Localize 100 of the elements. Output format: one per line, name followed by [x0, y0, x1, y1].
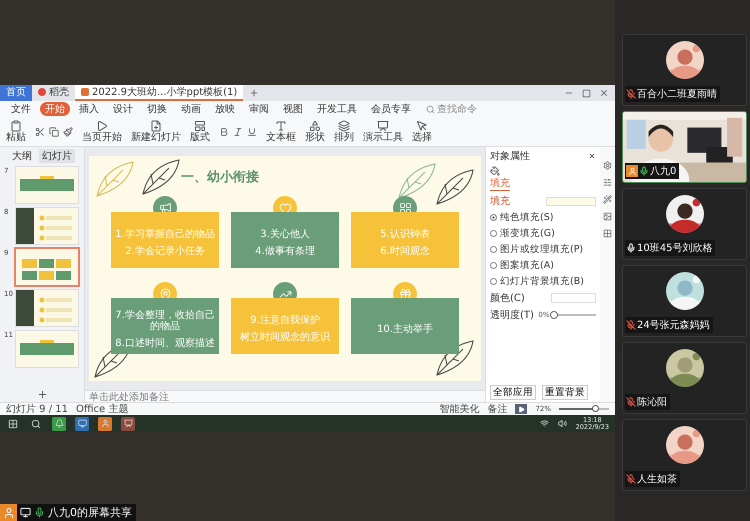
shapes-icon [309, 120, 321, 132]
panel-tab[interactable]: 幻灯片 [39, 149, 75, 163]
participant-tile[interactable]: 百合小二班夏雨晴 [622, 34, 747, 106]
app-tab[interactable]: 首页 [0, 85, 32, 101]
card-text: 6.时间观念 [379, 246, 431, 257]
volume-icon[interactable] [558, 419, 567, 428]
play-button[interactable] [515, 404, 528, 414]
bold-icon[interactable] [219, 126, 229, 136]
slide-thumbnail[interactable] [16, 167, 78, 203]
chat-app-icon[interactable] [98, 416, 112, 430]
participant-tile[interactable]: 陈沁阳 [622, 342, 747, 414]
user-icon [626, 165, 638, 177]
fill-tab[interactable]: 填充 [490, 166, 510, 191]
slide-counter: 幻灯片 9 / 11 [6, 402, 68, 416]
share-label: 八九0的屏幕共享 [48, 505, 132, 520]
ribbon-button[interactable]: 粘贴 [6, 120, 26, 144]
card-text: 8.口述时间、观察描述 [114, 338, 216, 348]
fill-option[interactable]: 纯色填充(S) [490, 211, 596, 224]
italic-icon[interactable] [233, 126, 243, 136]
menu-tab[interactable]: 开始 [40, 102, 70, 116]
pane-button[interactable]: 全部应用 [490, 385, 536, 400]
paint-bucket-icon [490, 166, 500, 176]
ribbon-button[interactable]: 排列 [334, 120, 354, 144]
layout-icon [194, 120, 206, 132]
add-slide-icon[interactable] [36, 389, 48, 400]
fill-option[interactable]: 图案填充(A) [490, 259, 596, 272]
slides-app-icon[interactable] [121, 416, 135, 430]
cut-icon[interactable] [35, 126, 45, 136]
menu-tab[interactable]: 视图 [278, 102, 308, 116]
participant-tile[interactable]: 八九0 [622, 111, 747, 183]
fill-option[interactable]: 幻灯片背景填充(B) [490, 275, 596, 288]
panel-tab[interactable]: 大纲 [9, 149, 35, 163]
field-label: 透明度(T) [490, 308, 534, 322]
menu-tab[interactable]: 审阅 [244, 102, 274, 116]
app-tab[interactable]: 2022.9大班幼...小学ppt模板(1) [75, 85, 244, 101]
notes-button[interactable]: 备注 [487, 402, 508, 416]
card-text: 10.主动举手 [376, 324, 434, 334]
microphone-icon [34, 507, 45, 518]
menu-tab[interactable]: 动画 [176, 102, 206, 116]
menu-tab[interactable]: 会员专享 [366, 102, 416, 116]
ribbon-button[interactable]: 当页开始 [82, 120, 122, 144]
ribbon-button[interactable]: 演示工具 [363, 120, 403, 144]
card-text: 4.做事有条理 [254, 246, 316, 257]
notes-field[interactable]: 单击此处添加备注 [85, 390, 485, 402]
new-tab-icon[interactable] [249, 88, 260, 98]
pane-button[interactable]: 重置背景 [542, 385, 588, 400]
beautify-button[interactable]: 智能美化 [439, 402, 480, 416]
image-icon[interactable] [603, 212, 612, 221]
fill-option[interactable]: 图片或纹理填充(P) [490, 243, 596, 256]
copy-icon[interactable] [49, 126, 59, 136]
participant-tile[interactable]: 10班45号刘欣格 [622, 188, 747, 260]
ribbon-button[interactable]: 形状 [305, 120, 325, 144]
color-swatch[interactable] [546, 196, 596, 206]
play-icon [96, 120, 108, 132]
close-icon[interactable] [599, 88, 609, 98]
card-text: 5.认识钟表 [379, 229, 431, 240]
ribbon-button[interactable]: 新建幻灯片 [131, 120, 181, 144]
menu-tab[interactable]: 设计 [108, 102, 138, 116]
menu-tab[interactable]: 文件 [6, 102, 36, 116]
participant-name: 陈沁阳 [637, 396, 667, 409]
maximize-icon[interactable] [582, 88, 591, 98]
fill-option[interactable]: 渐变填充(G) [490, 227, 596, 240]
format-painter-icon[interactable] [63, 126, 73, 136]
menu-tab[interactable]: 切换 [142, 102, 172, 116]
participant-name: 八九0 [650, 164, 676, 178]
card-text: 3.关心他人 [259, 229, 311, 240]
ribbon-button[interactable]: 选择 [412, 120, 432, 144]
slide-title: 一、幼小衔接 [181, 168, 259, 186]
presentation-icon [377, 120, 389, 132]
underline-icon[interactable] [247, 126, 257, 136]
ribbon-button[interactable]: 文本框 [266, 120, 296, 144]
participant-name: 人生如茶 [637, 472, 677, 486]
slide-thumbnail[interactable] [16, 208, 78, 244]
text-box-icon [275, 120, 287, 132]
grid-icon[interactable] [603, 229, 612, 238]
slide-thumbnail[interactable] [16, 290, 78, 326]
participant-tile[interactable]: 人生如茶 [622, 419, 747, 491]
menu-tab[interactable]: 开发工具 [312, 102, 362, 116]
app-icon[interactable] [52, 416, 66, 430]
sliders-icon[interactable] [603, 178, 612, 187]
color-field[interactable] [551, 293, 596, 303]
slide-thumbnail[interactable] [16, 331, 78, 367]
layers-icon [338, 120, 350, 132]
field-label: 颜色(C) [490, 292, 525, 305]
app-tab[interactable]: 稻壳 [32, 85, 75, 101]
close-icon[interactable] [588, 152, 596, 160]
settings-icon[interactable] [603, 161, 612, 170]
docer-icon [38, 88, 46, 96]
ribbon-button[interactable]: 版式 [190, 120, 210, 144]
card-text: 2.学会记录小任务 [124, 246, 206, 257]
wifi-icon[interactable] [540, 419, 549, 428]
menu-tab[interactable]: 放映 [210, 102, 240, 116]
pointer-icon [416, 120, 428, 132]
slide-thumbnail[interactable] [16, 249, 78, 285]
wand-icon[interactable] [603, 195, 612, 204]
menu-tab[interactable]: 插入 [74, 102, 104, 116]
app-icon[interactable] [75, 416, 89, 430]
participant-tile[interactable]: 24号张元森妈妈 [622, 265, 747, 337]
user-icon [0, 504, 17, 521]
pane-title: 对象属性 [490, 150, 530, 163]
